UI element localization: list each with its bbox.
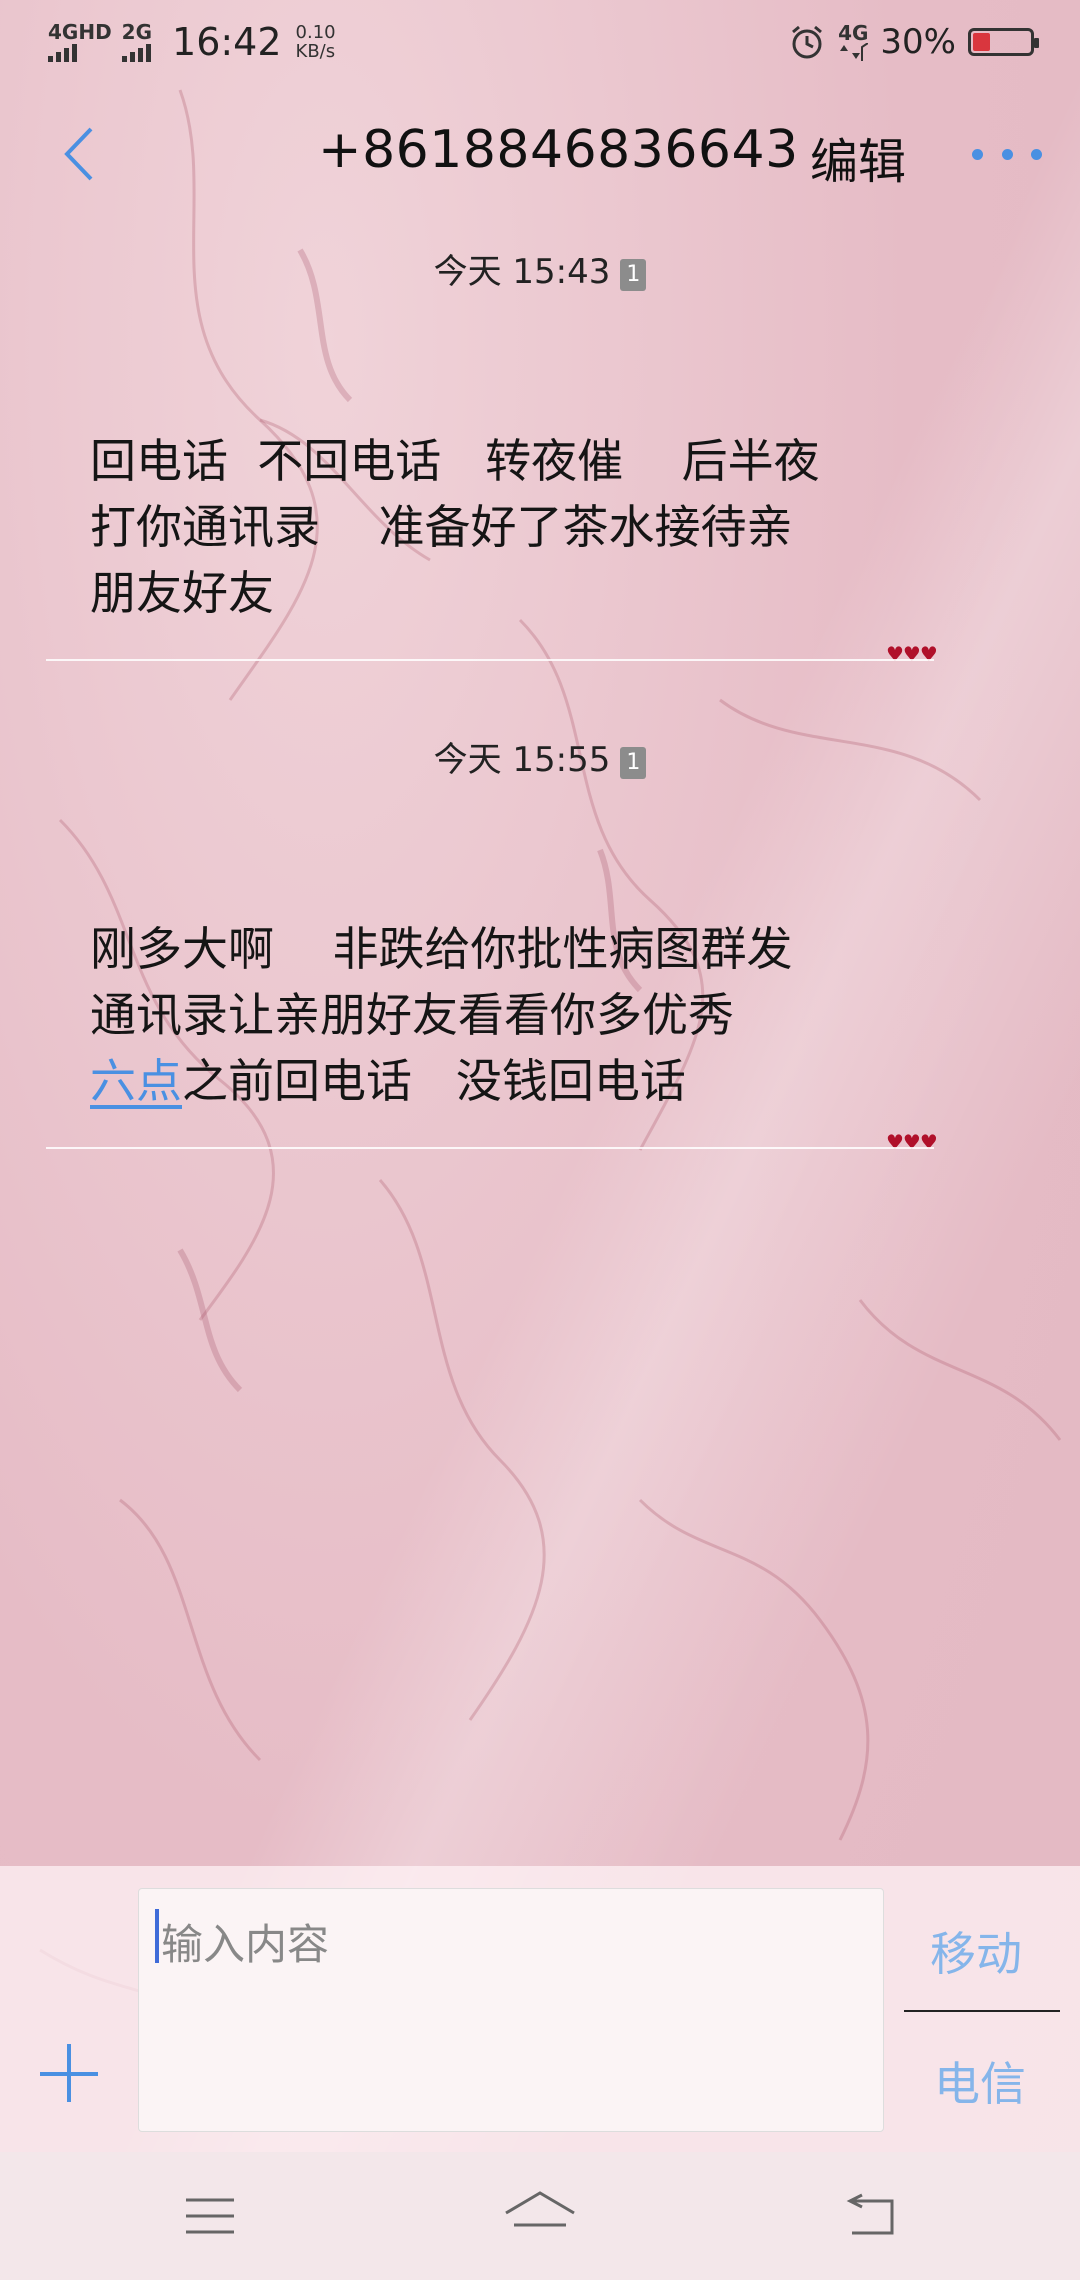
more-icon [972,148,983,160]
sim-badge-icon: 1 [620,259,647,291]
message-bubble[interactable]: 刚多大啊 非跌给你批性病图群发 通讯录让亲朋好友看看你多优秀 六点之前回电话 没… [90,916,930,1114]
conversation-header: +8618846836643 编辑 [0,84,1080,224]
sim-badge-icon: 1 [620,747,647,779]
message-divider [46,1147,934,1149]
edit-button[interactable]: 编辑 [810,122,906,192]
alarm-icon [792,25,823,59]
menu-button[interactable] [174,2186,246,2246]
plus-icon[interactable] [40,2044,100,2104]
time-link[interactable]: 六点 [90,1054,182,1108]
back-nav-button[interactable] [834,2186,906,2246]
battery-fill [973,33,990,51]
data-arrows-icon [840,43,869,61]
status-right: 4G 30% [788,18,1039,66]
message-bubble[interactable]: 回电话 不回电话 转夜催 后半夜 打你通讯录 准备好了茶水接待亲 朋友好友 [90,428,930,626]
status-time: 16:42 [172,20,282,64]
message-line: 通讯录让亲朋好友看看你多优秀 [90,988,734,1042]
input-placeholder: 输入内容 [161,1920,330,1969]
message-timestamp: 今天 15:43 1 [0,244,1080,293]
volte-icon: 4G [838,23,868,61]
composer: 输入内容 移动 电信 [0,1866,1080,2152]
menu-icon [186,2198,234,2234]
home-icon [505,2191,575,2227]
timestamp-text: 今天 15:43 [433,252,611,292]
battery-percent: 30% [880,22,956,62]
message-status-icon: ♥♥♥ [886,642,938,666]
back-button[interactable] [48,114,108,194]
send-sim2-button[interactable]: 电信 [934,2048,1026,2114]
message-line-rest: 之前回电话 没钱回电话 [182,1054,686,1108]
sim-divider [904,2010,1060,2012]
message-line: 六点之前回电话 没钱回电话 [90,1048,930,1114]
signal-bars-icon [121,42,151,62]
message-line: 打你通讯录 准备好了茶水接待亲 [90,500,793,554]
more-button[interactable] [972,124,1042,184]
signal-bars-icon [48,42,77,62]
signal-sim1-label: 4GHD [48,20,112,44]
navigation-bar [0,2152,1080,2280]
back-icon [846,2193,894,2235]
chevron-left-icon [64,127,93,181]
message-line: 朋友好友 [90,566,274,620]
message-line: 回电话 不回电话 转夜催 后半夜 [90,434,820,488]
timestamp-text: 今天 15:55 [433,740,611,780]
message-line: 刚多大啊 非跌给你批性病图群发 [90,922,793,976]
message-timestamp: 今天 15:55 1 [0,732,1080,781]
contact-number: +8618846836643 [318,120,799,180]
signal-sim2: 2G [121,20,153,62]
text-cursor [155,1909,159,1963]
message-status-icon: ♥♥♥ [886,1130,938,1154]
status-left: 4GHD 2G 16:42 0.10 KB/s [48,18,336,66]
home-button[interactable] [504,2186,576,2246]
net-speed-value: 0.10 [295,22,336,43]
net-speed-unit: KB/s [295,41,336,62]
net-speed: 0.10 KB/s [296,23,336,61]
signal-sim1: 4GHD [48,22,112,62]
message-input[interactable]: 输入内容 [138,1888,884,2132]
status-bar: 4GHD 2G 16:42 0.10 KB/s 4G 30% [0,0,1080,84]
send-sim1-button[interactable]: 移动 [930,1918,1022,1984]
message-divider [46,659,934,661]
signal-sim2-label: 2G [121,20,153,44]
battery-icon [968,28,1039,56]
volte-label: 4G [838,21,869,45]
